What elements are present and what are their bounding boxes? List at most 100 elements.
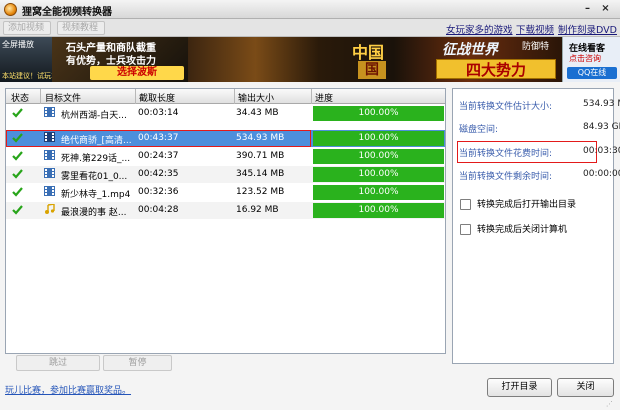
table-row[interactable]: 雾里看花01_0... 00:42:35 345.14 MB 100.00%	[6, 166, 445, 183]
file-name: 最浪漫的事 赵...	[61, 208, 127, 218]
table-header: 状态 目标文件 截取长度 输出大小 进度	[6, 89, 445, 104]
table-row[interactable]: 最浪漫的事 赵... 00:04:28 16.92 MB 100.00%	[6, 202, 445, 219]
estimated-size-row: 当前转换文件估计大小: 534.93 MB	[459, 99, 620, 112]
ad-game-world[interactable]: 中国 国 征战世界 防御特 四大势力	[188, 37, 562, 82]
file-duration: 00:24:37	[138, 151, 179, 161]
header-separator	[311, 89, 312, 104]
estimated-size-label: 当前转换文件估计大小:	[459, 102, 553, 112]
open-dir-option[interactable]: 转换完成后打开输出目录	[460, 197, 576, 210]
file-name: 新少林寺_1.mp4	[61, 190, 131, 200]
resize-grip-icon[interactable]: ⋰	[606, 400, 618, 408]
file-duration: 00:42:35	[138, 169, 179, 179]
header-target-file[interactable]: 目标文件	[45, 91, 81, 104]
check-icon	[11, 203, 24, 219]
close-window-button[interactable]: ×	[598, 2, 613, 16]
file-duration: 00:43:37	[138, 133, 179, 143]
time-remaining-row: 当前转换文件剩余时间: 00:00:00	[459, 169, 620, 182]
contest-link[interactable]: 玩儿比赛，参加比赛赢取奖品。	[5, 383, 131, 396]
film-icon	[44, 107, 55, 120]
add-video-button[interactable]: 添加视频	[3, 21, 51, 35]
progress-bar: 100.00%	[313, 167, 444, 182]
time-spent-value: 00:03:30	[583, 146, 620, 156]
disk-space-row: 磁盘空间: 84.93 GB	[459, 122, 620, 135]
shutdown-checkbox[interactable]	[460, 224, 471, 235]
ad-fullscreen-label: 全屏播放	[2, 40, 34, 49]
file-duration: 00:03:14	[138, 108, 179, 118]
toolbar: 添加视频 视频教程 女玩家多的游戏 下载视频 制作刻录DVD	[0, 19, 620, 37]
header-duration[interactable]: 截取长度	[139, 91, 175, 104]
skip-button[interactable]: 跳过	[16, 355, 100, 371]
ad-china-text: 中国	[352, 43, 385, 62]
header-separator	[234, 89, 235, 104]
header-progress[interactable]: 进度	[315, 91, 333, 104]
table-row-selected[interactable]: 绝代商骄_[高清... 00:43:37 534.93 MB 100.00%	[6, 130, 445, 147]
progress-bar: 100.00%	[313, 131, 444, 146]
progress-bar: 100.00%	[313, 106, 444, 121]
shutdown-option[interactable]: 转换完成后关闭计算机	[460, 222, 567, 235]
main-panel: 状态 目标文件 截取长度 输出大小 进度 杭州西湖-白天... 00:03:14…	[0, 82, 620, 410]
window-title: 狸窝全能视频转换器	[22, 7, 112, 18]
file-duration: 00:04:28	[138, 205, 179, 215]
qq-online-button[interactable]: QQ在线	[567, 67, 617, 79]
progress-bar: 100.00%	[313, 149, 444, 164]
shutdown-label: 转换完成后关闭计算机	[477, 225, 568, 235]
disk-space-label: 磁盘空间:	[459, 125, 499, 135]
ad-fullscreen[interactable]: 全屏播放 本站建议！试玩30秒	[0, 37, 67, 82]
progress-bar: 100.00%	[313, 203, 444, 218]
check-icon	[11, 149, 24, 165]
time-spent-row: 当前转换文件花费时间: 00:03:30	[459, 146, 620, 159]
file-name: 雾里看花01_0...	[61, 172, 128, 182]
file-name: 死神.第229话_...	[61, 154, 131, 164]
header-separator	[135, 89, 136, 104]
support-consult[interactable]: 点击咨询	[569, 53, 601, 64]
ad-four-powers: 四大势力	[436, 59, 556, 79]
ad-banner[interactable]: 全屏播放 本站建议！试玩30秒 石头产量和商队截重 有优势，士兵攻击力 选择波斯…	[0, 37, 620, 82]
file-size: 34.43 MB	[236, 108, 279, 118]
film-icon	[44, 186, 55, 199]
ad-choose-persia-button[interactable]: 选择波斯	[90, 66, 184, 80]
table-row[interactable]: 杭州西湖-白天... 00:03:14 34.43 MB 100.00%	[6, 105, 445, 122]
online-support[interactable]: 在线看客 点击咨询 QQ在线	[562, 37, 620, 82]
check-icon	[11, 167, 24, 183]
pause-button[interactable]: 暂停	[103, 355, 172, 371]
video-tutorial-button[interactable]: 视频教程	[57, 21, 105, 35]
estimated-size-value: 534.93 MB	[583, 99, 620, 109]
file-duration: 00:32:36	[138, 187, 179, 197]
check-icon	[11, 106, 24, 122]
header-status[interactable]: 状态	[11, 91, 29, 104]
close-button[interactable]: 关闭	[557, 378, 614, 397]
file-size: 534.93 MB	[236, 133, 285, 143]
ad-line-2: 有优势，士兵攻击力	[66, 56, 156, 67]
open-dir-checkbox[interactable]	[460, 199, 471, 210]
link-games[interactable]: 女玩家多的游戏	[446, 22, 513, 36]
film-icon	[44, 150, 55, 163]
check-icon	[11, 185, 24, 201]
app-logo-icon	[4, 3, 17, 16]
progress-bar: 100.00%	[313, 185, 444, 200]
music-note-icon	[44, 204, 55, 217]
header-output-size[interactable]: 输出大小	[238, 91, 274, 104]
table-row[interactable]: 死神.第229话_... 00:24:37 390.71 MB 100.00%	[6, 148, 445, 165]
check-icon	[11, 131, 24, 147]
ad-defend-text: 防御特	[522, 42, 550, 52]
film-icon	[44, 132, 55, 145]
table-row[interactable]: 新少林寺_1.mp4 00:32:36 123.52 MB 100.00%	[6, 184, 445, 201]
file-size: 123.52 MB	[236, 187, 285, 197]
time-remaining-label: 当前转换文件剩余时间:	[459, 172, 553, 182]
file-size: 390.71 MB	[236, 151, 285, 161]
disk-space-value: 84.93 GB	[583, 122, 620, 132]
info-panel: 当前转换文件估计大小: 534.93 MB 磁盘空间: 84.93 GB 当前转…	[452, 88, 620, 364]
open-directory-button[interactable]: 打开目录	[487, 378, 552, 397]
file-name: 绝代商骄_[高清...	[61, 136, 132, 146]
time-remaining-value: 00:00:00	[583, 169, 620, 179]
open-dir-label: 转换完成后打开输出目录	[477, 200, 577, 210]
ad-world-title: 征战世界	[442, 42, 498, 58]
ad-guo-badge: 国	[358, 61, 386, 79]
link-burn-dvd[interactable]: 制作刻录DVD	[558, 22, 617, 36]
minimize-button[interactable]: –	[580, 2, 595, 16]
file-table[interactable]: 状态 目标文件 截取长度 输出大小 进度 杭州西湖-白天... 00:03:14…	[5, 88, 446, 371]
file-size: 345.14 MB	[236, 169, 285, 179]
ad-game-persia[interactable]: 石头产量和商队截重 有优势，士兵攻击力 选择波斯	[52, 37, 188, 82]
time-spent-label: 当前转换文件花费时间:	[459, 149, 553, 159]
link-download-video[interactable]: 下载视频	[516, 22, 554, 36]
